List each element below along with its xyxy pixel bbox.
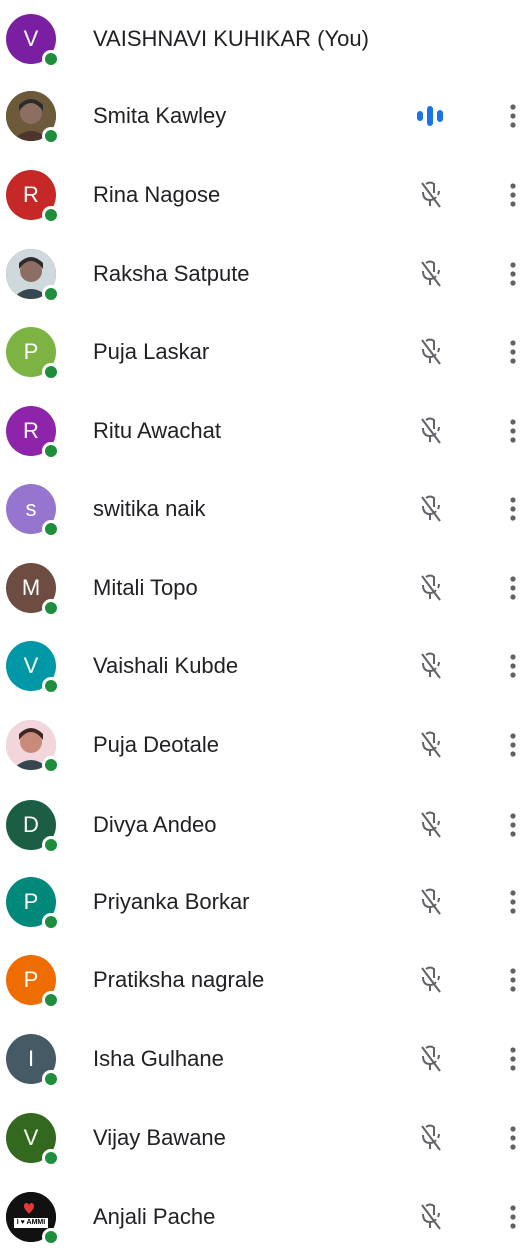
participant-name: Vijay Bawane [93, 1125, 226, 1150]
mic-off-icon [413, 1123, 447, 1153]
participant-row[interactable]: P Priyanka Borkar [0, 863, 523, 941]
more-options-icon[interactable] [503, 965, 523, 995]
avatar: V [6, 14, 60, 68]
presence-indicator [42, 520, 60, 538]
avatar: R [6, 406, 60, 460]
avatar: s [6, 484, 60, 538]
avatar: V [6, 1113, 60, 1167]
avatar-photo-text: I ♥ AMMI [16, 1219, 46, 1226]
participant-name: Mitali Topo [93, 575, 198, 600]
participant-row[interactable]: Smita Kawley [0, 77, 523, 155]
presence-indicator [42, 50, 60, 68]
mic-off-icon [413, 651, 447, 681]
participant-row[interactable]: Puja Deotale [0, 706, 523, 784]
participant-name: Puja Laskar [93, 339, 210, 364]
participant-name: Isha Gulhane [93, 1046, 224, 1071]
participant-name: Puja Deotale [93, 732, 219, 757]
mic-off-icon [413, 810, 447, 840]
mic-off-icon [413, 494, 447, 524]
presence-indicator [42, 913, 60, 931]
mic-off-icon [413, 337, 447, 367]
participant-name: switika naik [93, 496, 206, 521]
participant-list: V VAISHNAVI KUHIKAR (You) Smita Kawley R Rin… [0, 0, 523, 1246]
participant-row[interactable]: P Puja Laskar [0, 313, 523, 391]
presence-indicator [42, 756, 60, 774]
participant-name: Anjali Pache [93, 1204, 216, 1229]
presence-indicator [42, 836, 60, 854]
avatar: I ♥ AMMI [6, 1192, 60, 1246]
avatar: P [6, 877, 60, 931]
avatar: P [6, 955, 60, 1009]
participant-row[interactable]: V Vaishali Kubde [0, 627, 523, 705]
presence-indicator [42, 442, 60, 460]
mic-off-icon [413, 180, 447, 210]
more-options-icon[interactable] [503, 259, 523, 289]
presence-indicator [42, 599, 60, 617]
more-options-icon[interactable] [503, 887, 523, 917]
participant-row[interactable]: I ♥ AMMI Anjali Pache [0, 1178, 523, 1256]
participant-row[interactable]: D Divya Andeo [0, 786, 523, 864]
presence-indicator [42, 1228, 60, 1246]
participant-name: Smita Kawley [93, 103, 227, 128]
participant-name: Pratiksha nagrale [93, 967, 265, 992]
participant-row[interactable]: R Ritu Awachat [0, 392, 523, 470]
speaking-icon [413, 101, 447, 131]
avatar: V [6, 641, 60, 695]
participant-row[interactable]: I Isha Gulhane [0, 1020, 523, 1098]
more-options-icon[interactable] [503, 573, 523, 603]
avatar [6, 249, 60, 303]
presence-indicator [42, 991, 60, 1009]
mic-off-icon [413, 416, 447, 446]
participant-row[interactable]: V Vijay Bawane [0, 1099, 523, 1177]
participant-name: Raksha Satpute [93, 261, 250, 286]
mic-off-icon [413, 1044, 447, 1074]
participant-row[interactable]: P Pratiksha nagrale [0, 941, 523, 1019]
participant-name: Ritu Awachat [93, 418, 222, 443]
more-options-icon[interactable] [503, 651, 523, 681]
mic-off-icon [413, 887, 447, 917]
more-options-icon[interactable] [503, 416, 523, 446]
participant-name: VAISHNAVI KUHIKAR (You) [93, 26, 369, 51]
participant-name: Divya Andeo [93, 812, 217, 837]
more-options-icon[interactable] [503, 810, 523, 840]
participant-name: Vaishali Kubde [93, 653, 239, 678]
more-options-icon[interactable] [503, 1044, 523, 1074]
presence-indicator [42, 677, 60, 695]
presence-indicator [42, 1149, 60, 1167]
avatar: P [6, 327, 60, 381]
participant-name: Rina Nagose [93, 182, 221, 207]
avatar: M [6, 563, 60, 617]
mic-off-icon [413, 259, 447, 289]
avatar: I [6, 1034, 60, 1088]
avatar: D [6, 800, 60, 854]
more-options-icon[interactable] [503, 1202, 523, 1232]
presence-indicator [42, 127, 60, 145]
participant-row[interactable]: M Mitali Topo [0, 549, 523, 627]
more-options-icon[interactable] [503, 337, 523, 367]
participant-row[interactable]: R Rina Nagose [0, 156, 523, 234]
participant-row[interactable]: s switika naik [0, 470, 523, 548]
participant-name: Priyanka Borkar [93, 889, 250, 914]
avatar [6, 91, 60, 145]
more-options-icon[interactable] [503, 494, 523, 524]
participant-row[interactable]: V VAISHNAVI KUHIKAR (You) [0, 0, 523, 78]
avatar: R [6, 170, 60, 224]
presence-indicator [42, 206, 60, 224]
more-options-icon[interactable] [503, 101, 523, 131]
more-options-icon[interactable] [503, 730, 523, 760]
mic-off-icon [413, 965, 447, 995]
mic-off-icon [413, 573, 447, 603]
more-options-icon[interactable] [503, 180, 523, 210]
more-options-icon[interactable] [503, 1123, 523, 1153]
presence-indicator [42, 285, 60, 303]
mic-off-icon [413, 730, 447, 760]
presence-indicator [42, 363, 60, 381]
participant-row[interactable]: Raksha Satpute [0, 235, 523, 313]
avatar [6, 720, 60, 774]
presence-indicator [42, 1070, 60, 1088]
mic-off-icon [413, 1202, 447, 1232]
